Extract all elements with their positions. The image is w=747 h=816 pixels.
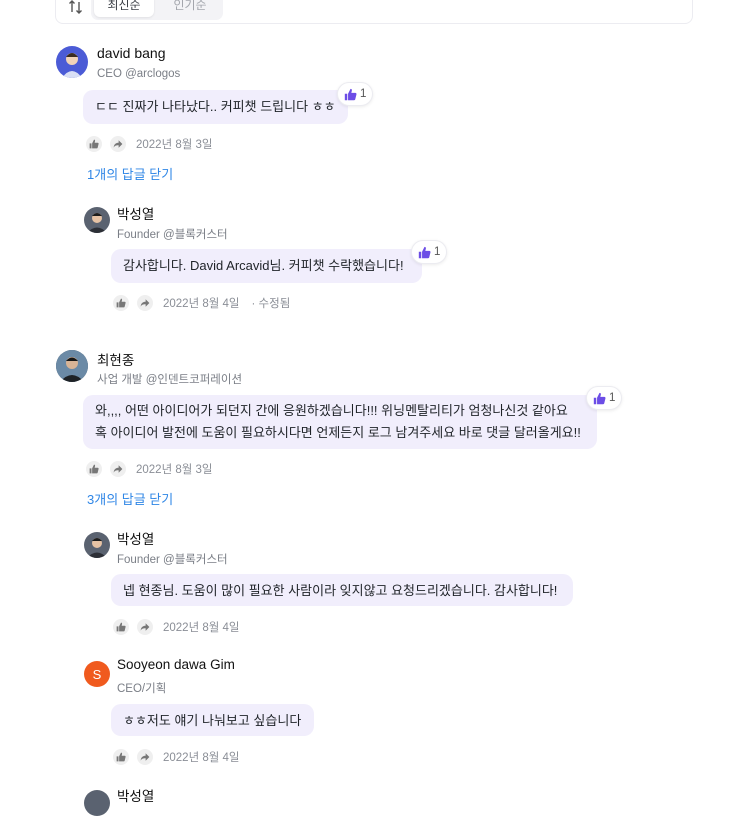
- thumbs-up-icon: [116, 752, 126, 762]
- comment-actions: 2022년 8월 4일 · 수정됨: [113, 295, 290, 311]
- sort-icon[interactable]: [68, 0, 84, 15]
- avatar[interactable]: [56, 46, 88, 78]
- comment-date: 2022년 8월 4일: [163, 298, 240, 310]
- comment-actions: 2022년 8월 4일: [113, 619, 240, 635]
- like-count-badge[interactable]: 1: [337, 82, 374, 106]
- reply-button[interactable]: [110, 136, 126, 152]
- thumbs-up-icon: [418, 246, 431, 258]
- replies-toggle-link[interactable]: 3개의 답글 닫기: [87, 489, 173, 508]
- reply-arrow-icon: [113, 140, 123, 148]
- avatar-initial: S: [92, 666, 102, 682]
- comment-bubble: ㅎㅎ저도 얘기 나눠보고 싶습니다: [111, 704, 314, 736]
- reply-arrow-icon: [140, 623, 150, 631]
- thumbs-up-icon: [116, 298, 126, 308]
- like-button[interactable]: [86, 461, 102, 477]
- comment-author-role: 사업 개발 @인덴트코퍼레이션: [97, 374, 243, 386]
- comment-date: 2022년 8월 3일: [136, 139, 213, 151]
- like-count: 1: [360, 88, 367, 100]
- david-avatar-image: [62, 53, 82, 78]
- comment-author-name[interactable]: 박성열: [117, 203, 154, 223]
- sort-bar: 최신순 인기순: [55, 0, 693, 24]
- thumbs-up-icon: [89, 139, 99, 149]
- avatar[interactable]: [84, 790, 110, 816]
- reply-arrow-icon: [140, 753, 150, 761]
- like-count: 1: [434, 246, 441, 258]
- reply-button[interactable]: [137, 619, 153, 635]
- comment-date: 2022년 8월 4일: [163, 752, 240, 764]
- comment-bubble: 감사합니다. David Arcavid님. 커피챗 수락했습니다!: [111, 249, 422, 283]
- comment-actions: 2022년 8월 4일: [113, 749, 240, 765]
- comment-author-name[interactable]: david bang: [97, 45, 166, 61]
- comment-author-name[interactable]: 최현종: [97, 349, 134, 369]
- reply-arrow-icon: [113, 465, 123, 473]
- thumbs-up-icon: [344, 88, 357, 100]
- reply-button[interactable]: [137, 295, 153, 311]
- comment-author-role: Founder @블록커스터: [117, 554, 228, 566]
- comment-bubble: 넵 현종님. 도움이 많이 필요한 사람이라 잊지않고 요청드리겠습니다. 감사…: [111, 574, 573, 606]
- sort-latest-tab[interactable]: 최신순: [94, 0, 154, 17]
- reply-button[interactable]: [137, 749, 153, 765]
- comment-author-name[interactable]: 박성열: [117, 785, 154, 805]
- comment-date: 2022년 8월 3일: [136, 464, 213, 476]
- comment-text-line: 혹 아이디어 발전에 도움이 필요하시다면 언제든지 로그 남겨주세요 바로 댓…: [95, 425, 581, 440]
- like-button[interactable]: [113, 749, 129, 765]
- comment-actions: 2022년 8월 3일: [86, 461, 213, 477]
- replies-toggle-link[interactable]: 1개의 답글 닫기: [87, 164, 173, 183]
- avatar[interactable]: S: [84, 661, 110, 687]
- avatar[interactable]: [84, 532, 110, 558]
- thumbs-up-icon: [89, 464, 99, 474]
- sort-segmented-control: 최신순 인기순: [91, 0, 223, 20]
- comment-bubble: ㄷㄷ 진짜가 나타났다.. 커피챗 드립니다 ㅎㅎ: [83, 90, 348, 124]
- comment-bubble: 와,,,, 어떤 아이디어가 되던지 간에 응원하겠습니다!!! 위닝멘탈리티가…: [83, 395, 597, 449]
- sort-popular-tab[interactable]: 인기순: [159, 0, 221, 17]
- like-button[interactable]: [86, 136, 102, 152]
- like-count: 1: [609, 392, 616, 404]
- comment-text-line: 와,,,, 어떤 아이디어가 되던지 간에 응원하겠습니다!!! 위닝멘탈리티가…: [95, 403, 568, 418]
- avatar-image: [56, 350, 88, 382]
- reply-arrow-icon: [140, 299, 150, 307]
- thumbs-up-icon: [593, 392, 606, 404]
- edited-label: · 수정됨: [251, 298, 291, 310]
- avatar-image: [87, 538, 107, 558]
- comment-author-name[interactable]: 박성열: [117, 528, 154, 548]
- reply-button[interactable]: [110, 461, 126, 477]
- comment-actions: 2022년 8월 3일: [86, 136, 213, 152]
- avatar-image: [87, 213, 107, 233]
- comment-date: 2022년 8월 4일: [163, 622, 240, 634]
- avatar[interactable]: [84, 207, 110, 233]
- thumbs-up-icon: [116, 622, 126, 632]
- comment-author-role: CEO/기획: [117, 683, 167, 695]
- like-count-badge[interactable]: 1: [411, 240, 448, 264]
- like-button[interactable]: [113, 619, 129, 635]
- like-button[interactable]: [113, 295, 129, 311]
- comment-author-name[interactable]: Sooyeon dawa Gim: [117, 657, 235, 672]
- comment-author-role: CEO @arclogos: [97, 68, 181, 80]
- avatar[interactable]: [56, 350, 88, 382]
- comment-author-role: Founder @블록커스터: [117, 229, 228, 241]
- like-count-badge[interactable]: 1: [586, 386, 623, 410]
